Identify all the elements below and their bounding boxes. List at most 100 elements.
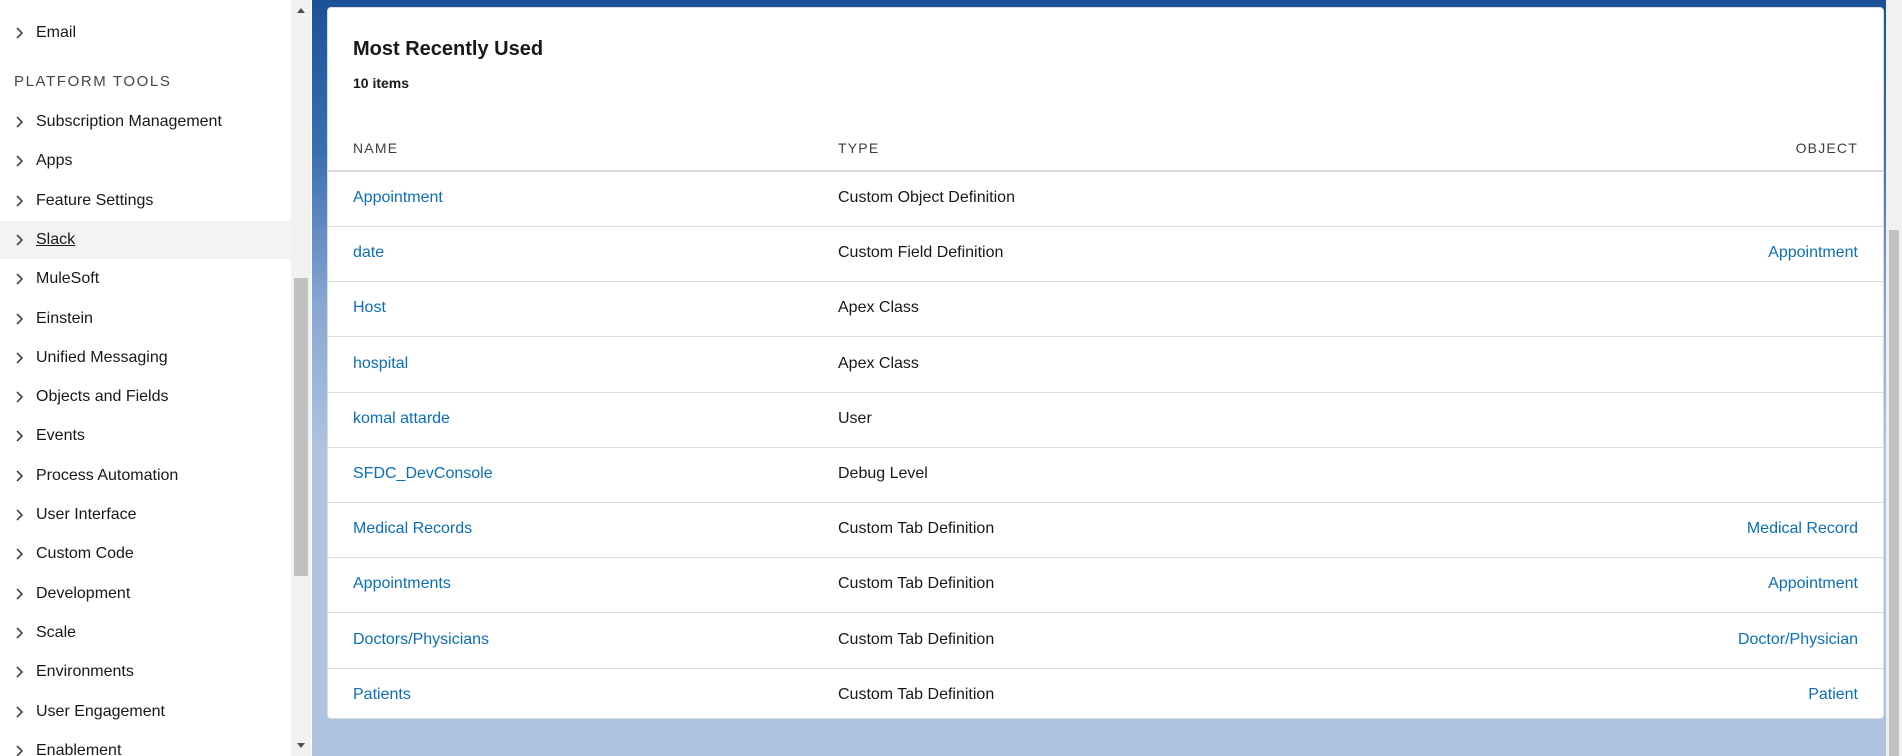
record-name-link[interactable]: date bbox=[353, 244, 384, 262]
table-row: Patients Custom Tab Definition Patient bbox=[328, 668, 1883, 723]
sidebar-item-subscription-management[interactable]: Subscription Management bbox=[0, 103, 291, 141]
sidebar-item-apps[interactable]: Apps bbox=[0, 142, 291, 180]
table-row: hospital Apex Class bbox=[328, 337, 1883, 393]
record-name-link[interactable]: Appointment bbox=[353, 189, 443, 207]
sidebar-item-label: Unified Messaging bbox=[36, 349, 168, 366]
sidebar-item-objects-and-fields[interactable]: Objects and Fields bbox=[0, 378, 291, 416]
record-name-link[interactable]: Host bbox=[353, 299, 386, 317]
sidebar-item-development[interactable]: Development bbox=[0, 575, 291, 613]
sidebar-item-label: Email bbox=[36, 24, 77, 41]
sidebar-item-einstein[interactable]: Einstein bbox=[0, 300, 291, 338]
sidebar-scroll-thumb[interactable] bbox=[294, 278, 308, 576]
record-type: Custom Tab Definition bbox=[838, 686, 995, 703]
sidebar-item-unified-messaging[interactable]: Unified Messaging bbox=[0, 339, 291, 377]
sidebar-item-user-interface[interactable]: User Interface bbox=[0, 496, 291, 534]
chevron-right-icon[interactable] bbox=[12, 272, 26, 286]
sidebar-item-label: Objects and Fields bbox=[36, 388, 169, 405]
sidebar-item-slack[interactable]: Slack bbox=[0, 221, 291, 259]
sidebar-item-events[interactable]: Events bbox=[0, 417, 291, 455]
sidebar-item-label: Custom Code bbox=[36, 545, 134, 562]
chevron-right-icon[interactable] bbox=[12, 233, 26, 247]
chevron-right-icon[interactable] bbox=[12, 508, 26, 522]
record-type: User bbox=[838, 410, 872, 427]
sidebar-item-feature-settings[interactable]: Feature Settings bbox=[0, 182, 291, 220]
sidebar-item-scale[interactable]: Scale bbox=[0, 614, 291, 652]
record-type: Custom Tab Definition bbox=[838, 575, 995, 592]
sidebar-item-label: User Interface bbox=[36, 506, 137, 523]
chevron-right-icon[interactable] bbox=[12, 115, 26, 129]
sidebar-item-mulesoft[interactable]: MuleSoft bbox=[0, 260, 291, 298]
record-type: Apex Class bbox=[838, 299, 919, 316]
sidebar-item-label: Events bbox=[36, 427, 85, 444]
column-header-name[interactable]: NAME bbox=[353, 140, 398, 156]
record-object-link[interactable]: Appointment bbox=[1768, 575, 1858, 593]
sidebar-item-label: Development bbox=[36, 585, 131, 602]
chevron-right-icon[interactable] bbox=[12, 351, 26, 365]
sidebar-scrollbar[interactable] bbox=[291, 0, 311, 756]
record-name-link[interactable]: komal attarde bbox=[353, 410, 450, 428]
sidebar-item-label: Slack bbox=[36, 231, 76, 248]
chevron-right-icon[interactable] bbox=[12, 665, 26, 679]
record-type: Apex Class bbox=[838, 355, 919, 372]
sidebar-item-user-engagement[interactable]: User Engagement bbox=[0, 693, 291, 731]
table-row: Appointment Custom Object Definition bbox=[328, 171, 1883, 227]
chevron-right-icon[interactable] bbox=[12, 626, 26, 640]
chevron-right-icon[interactable] bbox=[12, 469, 26, 483]
table-row: SFDC_DevConsole Debug Level bbox=[328, 447, 1883, 503]
chevron-right-icon[interactable] bbox=[12, 390, 26, 404]
record-type: Custom Object Definition bbox=[838, 189, 1015, 206]
table-row: komal attarde User bbox=[328, 392, 1883, 448]
sidebar-item-environments[interactable]: Environments bbox=[0, 653, 291, 691]
chevron-right-icon[interactable] bbox=[12, 744, 26, 756]
record-name-link[interactable]: hospital bbox=[353, 355, 408, 373]
table-row: date Custom Field Definition Appointment bbox=[328, 226, 1883, 282]
table-row: Appointments Custom Tab Definition Appoint… bbox=[328, 557, 1883, 613]
table-row: Host Apex Class bbox=[328, 281, 1883, 337]
sidebar-item-label: Feature Settings bbox=[36, 192, 154, 209]
main-scrollbar[interactable] bbox=[1886, 0, 1902, 756]
sidebar-item-label: Subscription Management bbox=[36, 113, 222, 130]
column-header-type[interactable]: TYPE bbox=[838, 140, 879, 156]
record-object-link[interactable]: Patient bbox=[1808, 686, 1858, 704]
sidebar-item-label: Enablement bbox=[36, 742, 122, 756]
record-name-link[interactable]: Medical Records bbox=[353, 520, 472, 538]
chevron-right-icon[interactable] bbox=[12, 429, 26, 443]
sidebar-item-custom-code[interactable]: Custom Code bbox=[0, 535, 291, 573]
card-title: Most Recently Used bbox=[353, 38, 544, 60]
setup-sidebar: Email PLATFORM TOOLS Subscription Manage… bbox=[0, 0, 312, 756]
main-content: Most Recently Used 10 items NAME TYPE OB… bbox=[312, 0, 1902, 756]
table-header: NAME TYPE OBJECT bbox=[328, 130, 1883, 172]
item-count: 10 items bbox=[353, 75, 410, 91]
chevron-right-icon[interactable] bbox=[12, 154, 26, 168]
sidebar-item-process-automation[interactable]: Process Automation bbox=[0, 457, 291, 495]
sidebar-item-email[interactable]: Email bbox=[0, 14, 291, 52]
main-scroll-thumb[interactable] bbox=[1889, 230, 1899, 756]
record-name-link[interactable]: Patients bbox=[353, 686, 411, 704]
table-row: Doctors/Physicians Custom Tab Definition D… bbox=[328, 613, 1883, 669]
record-type: Custom Tab Definition bbox=[838, 520, 995, 537]
scroll-up-arrow-icon[interactable] bbox=[291, 0, 311, 20]
column-header-object[interactable]: OBJECT bbox=[1796, 140, 1858, 156]
chevron-right-icon[interactable] bbox=[12, 587, 26, 601]
sidebar-item-enablement[interactable]: Enablement bbox=[0, 732, 291, 756]
chevron-right-icon[interactable] bbox=[12, 26, 26, 40]
record-name-link[interactable]: Appointments bbox=[353, 575, 451, 593]
sidebar-item-label: Environments bbox=[36, 663, 134, 680]
sidebar-item-label: MuleSoft bbox=[36, 270, 100, 287]
most-recently-used-card: Most Recently Used 10 items NAME TYPE OB… bbox=[327, 7, 1884, 719]
record-name-link[interactable]: SFDC_DevConsole bbox=[353, 465, 493, 483]
chevron-right-icon[interactable] bbox=[12, 194, 26, 208]
chevron-right-icon[interactable] bbox=[12, 312, 26, 326]
record-object-link[interactable]: Appointment bbox=[1768, 244, 1858, 262]
sidebar-section-title: PLATFORM TOOLS bbox=[14, 73, 172, 90]
chevron-right-icon[interactable] bbox=[12, 547, 26, 561]
record-object-link[interactable]: Medical Record bbox=[1747, 520, 1858, 538]
record-name-link[interactable]: Doctors/Physicians bbox=[353, 631, 489, 649]
record-object-link[interactable]: Doctor/Physician bbox=[1738, 631, 1858, 649]
sidebar-item-label: Einstein bbox=[36, 310, 93, 327]
sidebar-item-label: User Engagement bbox=[36, 703, 165, 720]
scroll-down-arrow-icon[interactable] bbox=[291, 736, 311, 756]
chevron-right-icon[interactable] bbox=[12, 705, 26, 719]
table-row: Medical Records Custom Tab Definition Medi… bbox=[328, 502, 1883, 558]
record-type: Custom Tab Definition bbox=[838, 631, 995, 648]
